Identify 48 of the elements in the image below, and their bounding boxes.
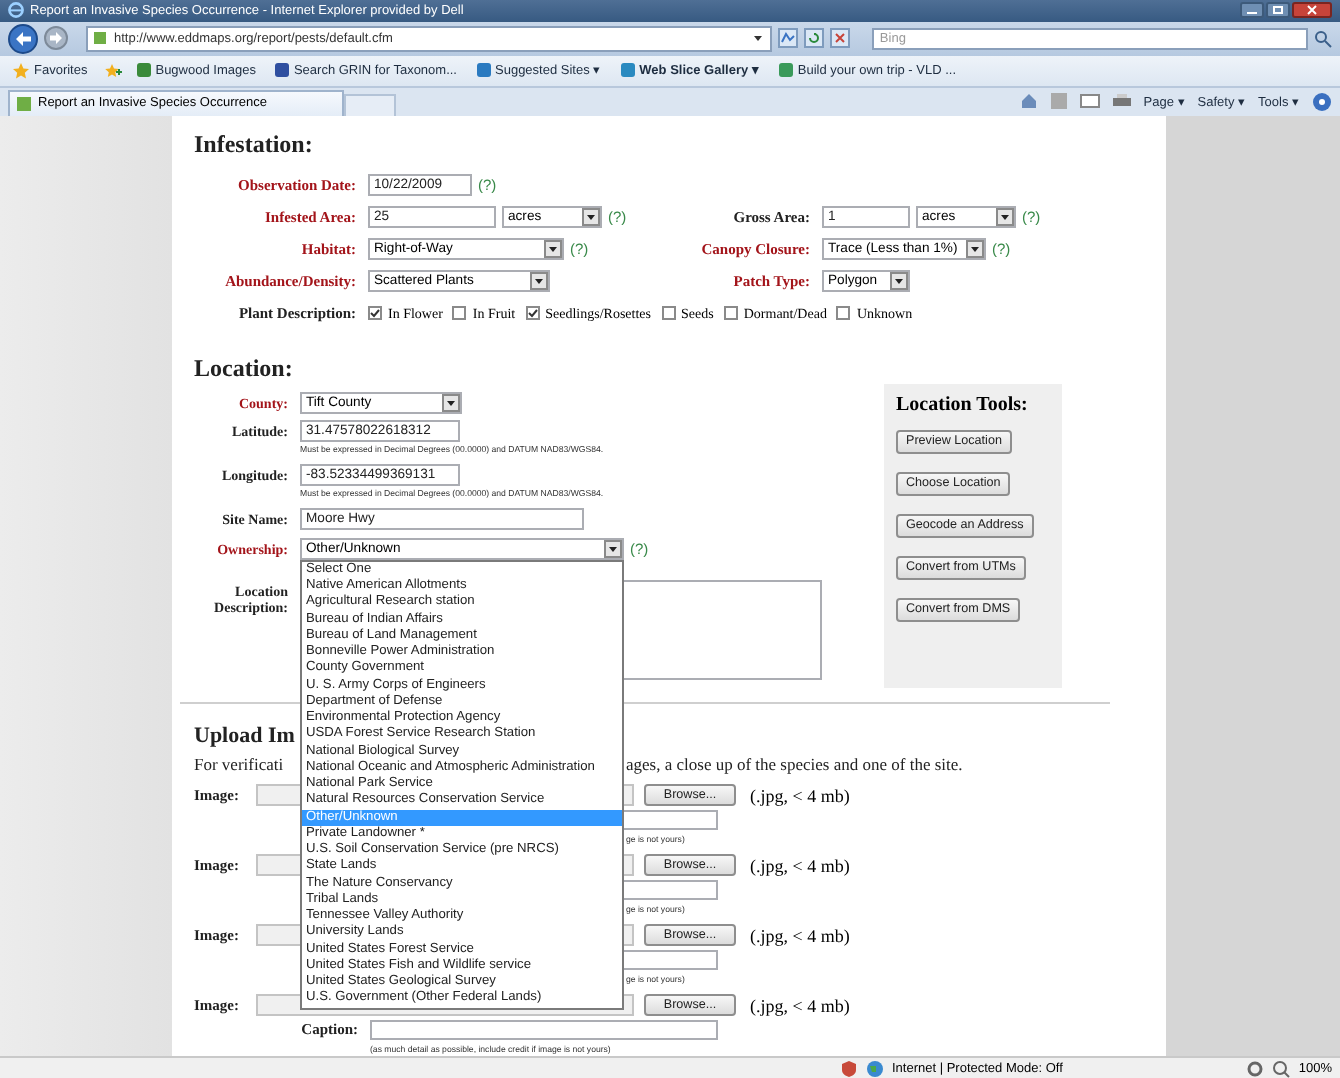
caret-icon [996, 208, 1014, 227]
checkbox[interactable] [661, 306, 676, 321]
home-icon[interactable] [1019, 92, 1038, 111]
checkbox[interactable] [368, 306, 382, 321]
back-button[interactable] [8, 23, 38, 54]
add-favorites-icon[interactable] [101, 61, 122, 80]
site-icon [273, 62, 290, 79]
checkbox[interactable] [452, 306, 467, 321]
refresh-icon[interactable] [803, 28, 824, 49]
caret-icon [442, 393, 460, 412]
page-icon [16, 95, 32, 112]
intro-text: ages, a close up of the species and one of the site. [626, 751, 963, 778]
star-icon [12, 61, 30, 80]
site-icon [619, 62, 636, 79]
zoom-icon[interactable] [1272, 1059, 1291, 1077]
maximize-button[interactable] [1266, 2, 1290, 19]
browser-icon [8, 2, 24, 19]
checkbox[interactable] [723, 306, 738, 321]
section-heading: Location: [194, 351, 295, 384]
globe-icon [866, 1059, 884, 1077]
checkbox[interactable] [836, 306, 851, 321]
input-field[interactable] [370, 1019, 718, 1040]
caret-icon [544, 240, 562, 259]
caret-icon [604, 539, 622, 558]
page-icon [92, 30, 108, 47]
intro-text: For verificati [194, 751, 284, 778]
caret-icon [530, 272, 548, 291]
panel-heading: Location Tools: [896, 393, 1028, 416]
site-icon [777, 62, 794, 79]
caret-icon [890, 272, 908, 291]
site-icon [135, 62, 152, 79]
site-icon [475, 62, 491, 79]
size-note: (.jpg, < 4 mb) [750, 855, 852, 876]
printer-icon[interactable] [1111, 92, 1132, 111]
stop-icon[interactable] [829, 28, 850, 49]
forward-button[interactable] [44, 26, 68, 51]
shield-icon [840, 1059, 858, 1077]
close-button[interactable] [1292, 2, 1332, 19]
section-heading: Upload Im [194, 721, 295, 752]
size-note: (.jpg, < 4 mb) [750, 995, 852, 1016]
size-note: (.jpg, < 4 mb) [750, 785, 852, 806]
checkbox[interactable] [525, 306, 540, 321]
caret-icon [966, 240, 984, 259]
minimize-button[interactable] [1240, 2, 1264, 19]
size-note: (.jpg, < 4 mb) [750, 925, 852, 946]
section-heading: Infestation: [194, 127, 315, 160]
caret-icon [582, 208, 600, 227]
search-icon[interactable] [1314, 29, 1332, 48]
